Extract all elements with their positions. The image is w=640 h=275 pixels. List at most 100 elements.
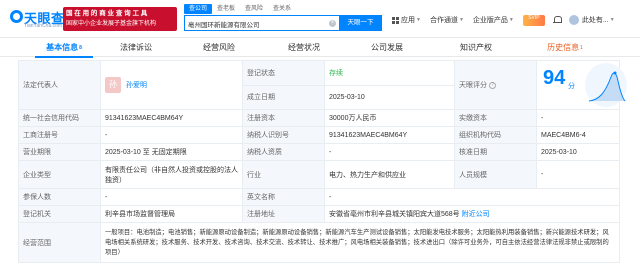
nearby-companies-link[interactable]: 附近公司 bbox=[462, 211, 490, 218]
legal-rep-cell: 孙 孙爱明 bbox=[100, 60, 243, 110]
eye-logo-icon bbox=[10, 10, 23, 23]
established-value: 2025-03-10 bbox=[324, 84, 455, 110]
ad-line1: 国 在 用 的 商 业 查 询 工 具 bbox=[66, 10, 148, 17]
search-tab-risk[interactable]: 查风险 bbox=[240, 4, 268, 14]
scope-label: 经营范围 bbox=[18, 222, 101, 263]
tab-ip[interactable]: 知识产权 bbox=[444, 40, 508, 57]
search-tab-company[interactable]: 查公司 bbox=[184, 4, 213, 14]
tax-no-value: 91341623MAEC4BM64Y bbox=[324, 126, 455, 144]
nav-enterprise[interactable]: 企业版产品 ▼ bbox=[473, 15, 514, 25]
tab-history-count: 1 bbox=[580, 45, 583, 51]
tab-basic-info[interactable]: 基本信息8 bbox=[30, 40, 98, 58]
type-value: 有限责任公司（非自然人投资或控股的法人独资） bbox=[100, 160, 243, 189]
industry-label: 行业 bbox=[242, 160, 325, 189]
chevron-down-icon: ▼ bbox=[458, 17, 464, 23]
insured-value: - bbox=[100, 188, 243, 206]
chevron-down-icon: ▼ bbox=[508, 17, 514, 23]
tab-ip-label: 知识产权 bbox=[460, 43, 492, 52]
reg-capital-value: 30000万人民币 bbox=[324, 109, 455, 127]
type-label: 企业类型 bbox=[18, 160, 101, 189]
status-label: 登记状态 bbox=[242, 60, 325, 86]
status-cell: 存续 bbox=[324, 60, 455, 86]
en-name-label: 英文名称 bbox=[242, 188, 325, 206]
nav-enterprise-label: 企业版产品 bbox=[472, 17, 508, 24]
legal-rep-label: 法定代表人 bbox=[18, 60, 101, 110]
en-name-value: - bbox=[324, 188, 620, 206]
help-icon[interactable]: ? bbox=[489, 81, 496, 89]
approval-label: 核准日期 bbox=[454, 143, 537, 161]
tab-operating-status[interactable]: 经营状况 bbox=[272, 40, 336, 57]
search-box: × bbox=[184, 15, 339, 31]
taxpayer-qualification-value: - bbox=[324, 143, 455, 161]
chevron-down-icon: ▼ bbox=[416, 17, 421, 23]
established-label: 成立日期 bbox=[242, 84, 325, 110]
tab-operating-risk[interactable]: 经营风险 bbox=[187, 40, 251, 57]
tab-history[interactable]: 历史信息1 bbox=[530, 40, 600, 57]
company-info-table: 法定代表人 孙 孙爱明 登记状态 存续 天眼评分? 94 分 成立日期 2025… bbox=[18, 60, 627, 263]
tab-operating-status-label: 经营状况 bbox=[288, 43, 320, 52]
bell-icon[interactable] bbox=[552, 16, 562, 24]
term-label: 营业期限 bbox=[18, 143, 101, 161]
tab-basic-info-label: 基本信息 bbox=[46, 43, 79, 52]
nav-user-label: 此处有... bbox=[581, 17, 609, 24]
score-cell[interactable]: 94 分 bbox=[536, 60, 627, 110]
biz-reg-no-label: 工商注册号 bbox=[18, 126, 101, 144]
org-code-value: MAEC4BM6-4 bbox=[536, 126, 620, 144]
nav-app[interactable]: 应用 ▼ bbox=[392, 15, 421, 25]
search-input[interactable] bbox=[188, 19, 328, 29]
tab-development[interactable]: 公司发展 bbox=[355, 40, 419, 57]
taxpayer-qualification-label: 纳税人资质 bbox=[242, 143, 325, 161]
legal-rep-name[interactable]: 孙爱明 bbox=[126, 80, 147, 90]
site-logo[interactable]: 天眼查 TianYanCha.com bbox=[6, 7, 64, 31]
address-value: 安徽省亳州市利辛县城关镇阳宾大道568号 bbox=[329, 211, 460, 218]
nav-app-label: 应用 bbox=[401, 17, 415, 24]
clear-icon[interactable]: × bbox=[329, 20, 336, 27]
chevron-down-icon: ▼ bbox=[609, 17, 615, 23]
header: 天眼查 TianYanCha.com 国 在 用 的 商 业 查 询 工 具 国… bbox=[0, 0, 640, 38]
score-label: 天眼评分? bbox=[454, 60, 537, 110]
address-label: 注册地址 bbox=[242, 205, 325, 223]
approval-value: 2025-03-10 bbox=[536, 143, 620, 161]
score-unit: 分 bbox=[568, 83, 575, 90]
tab-lawsuits[interactable]: 法律诉讼 bbox=[104, 40, 168, 57]
tab-basic-info-count: 8 bbox=[79, 45, 82, 51]
tab-lawsuits-label: 法律诉讼 bbox=[120, 43, 152, 52]
reg-capital-label: 注册资本 bbox=[242, 109, 325, 127]
svip-badge[interactable]: SVIP bbox=[522, 14, 545, 26]
legal-rep-avatar[interactable]: 孙 bbox=[105, 77, 121, 93]
authority-label: 登记机关 bbox=[18, 205, 101, 223]
tab-operating-risk-label: 经营风险 bbox=[203, 43, 235, 52]
tab-history-label: 历史信息 bbox=[547, 43, 580, 52]
biz-reg-no-value: - bbox=[100, 126, 243, 144]
tab-development-label: 公司发展 bbox=[371, 43, 403, 52]
authority-value: 利辛县市场监督管理局 bbox=[100, 205, 243, 223]
svip-badge-label: SVIP bbox=[528, 14, 540, 21]
address-cell: 安徽省亳州市利辛县城关镇阳宾大道568号 附近公司 bbox=[324, 205, 620, 223]
brand-subtitle: TianYanCha.com bbox=[24, 23, 63, 29]
insured-label: 参保人数 bbox=[18, 188, 101, 206]
search-tab-boss[interactable]: 查老板 bbox=[212, 4, 240, 14]
nav-cooperation[interactable]: 合作通道 ▼ bbox=[430, 15, 464, 25]
search-tab-relation[interactable]: 查关系 bbox=[268, 4, 296, 14]
tax-no-label: 纳税人识别号 bbox=[242, 126, 325, 144]
org-code-label: 组织机构代码 bbox=[454, 126, 537, 144]
credit-code-value: 91341623MAEC4BM64Y bbox=[100, 109, 243, 127]
nav-user[interactable]: 此处有... ▼ bbox=[582, 15, 615, 25]
ad-line2: 国家中小企业发展子基金旗下机构 bbox=[66, 21, 157, 27]
grid-icon bbox=[392, 16, 399, 24]
search-button[interactable]: 天眼一下 bbox=[339, 15, 382, 31]
detail-tabs: 基本信息8 法律诉讼 经营风险 经营状况 公司发展 知识产权 历史信息1 bbox=[0, 40, 640, 58]
ad-banner[interactable]: 国 在 用 的 商 业 查 询 工 具 国家中小企业发展子基金旗下机构 bbox=[63, 7, 177, 31]
score-label-text: 天眼评分 bbox=[459, 82, 487, 89]
top-nav: 应用 ▼ 合作通道 ▼ 企业版产品 ▼ SVIP 此处有... ▼ bbox=[392, 13, 624, 27]
score-distribution-chart bbox=[585, 63, 627, 107]
status-badge: 存续 bbox=[329, 69, 343, 77]
industry-value: 电力、热力生产和供应业 bbox=[324, 160, 455, 189]
term-value: 2025-03-10 至 无固定期限 bbox=[100, 143, 243, 161]
staff-value: - bbox=[536, 160, 620, 189]
search-type-tabs: 查公司 查老板 查风险 查关系 bbox=[184, 4, 296, 14]
paid-capital-label: 实缴资本 bbox=[454, 109, 537, 127]
score-value: 94 bbox=[543, 67, 566, 89]
nav-cooperation-label: 合作通道 bbox=[429, 17, 458, 24]
avatar[interactable] bbox=[568, 15, 579, 25]
